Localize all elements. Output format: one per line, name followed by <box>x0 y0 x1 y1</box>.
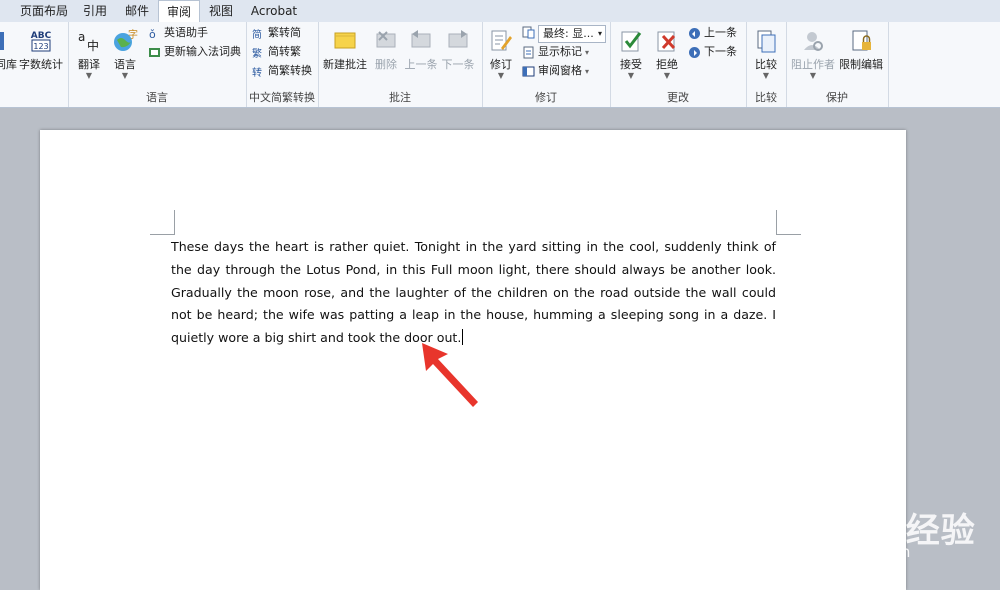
compare-group-label: 比较 <box>755 91 777 104</box>
tab-page-layout[interactable]: 页面布局 <box>14 0 74 22</box>
compare-group: 比较 ▼ 比较 <box>746 22 787 107</box>
track-changes-icon <box>491 30 512 51</box>
proofing-group: 同库 ABC 123 字数统计 <box>0 22 69 107</box>
comments-group: 新建批注 删除 上一条 下一条 批注 <box>318 22 483 107</box>
translate-icon: a 中 <box>78 30 99 53</box>
restrict-editing-button[interactable]: 限制编辑 <box>838 28 884 72</box>
reviewing-pane-icon <box>522 66 535 76</box>
changes-group: 接受 ▼ 拒绝 ▼ 上一条 下一条 更改 <box>610 22 747 107</box>
new-comment-button[interactable]: 新建批注 <box>320 28 370 72</box>
globe-icon: 字 <box>114 28 138 51</box>
tab-references[interactable]: 引用 <box>78 0 112 22</box>
svg-text:简: 简 <box>252 28 262 40</box>
tab-review[interactable]: 审阅 <box>158 0 200 23</box>
compare-button[interactable]: 比较 ▼ <box>750 28 782 80</box>
protect-group-label: 保护 <box>826 91 848 104</box>
svg-text:字: 字 <box>128 28 138 41</box>
reject-button[interactable]: 拒绝 ▼ <box>650 28 684 80</box>
word-count-button[interactable]: ABC 123 字数统计 <box>18 28 64 72</box>
accept-button[interactable]: 接受 ▼ <box>614 28 648 80</box>
lock-document-icon <box>852 30 871 51</box>
next-comment-icon <box>448 30 468 48</box>
comments-group-label: 批注 <box>389 91 411 104</box>
ribbon-tab-bar: 页面布局 引用 邮件 审阅 视图 Acrobat <box>0 0 1000 23</box>
svg-text:ǒ: ǒ <box>149 28 156 40</box>
convert-traditional-icon: 繁 <box>252 47 262 59</box>
update-ime-dictionary-button[interactable]: 更新输入法词典 <box>148 43 241 61</box>
chinese-conversion-group-label: 中文简繁转换 <box>249 91 315 104</box>
svg-text:123: 123 <box>33 42 48 51</box>
thesaurus-icon <box>0 32 4 50</box>
ribbon: 同库 ABC 123 字数统计 a 中 翻译 ▼ 字 语言 ▼ ǒ 英语助手 更… <box>0 22 1000 108</box>
convert-simplified-icon: 简 <box>252 28 262 40</box>
baidu-jingyan-watermark: Bai du 经验 jingyan.baidu.com <box>760 485 1000 585</box>
dictionary-icon <box>149 47 160 57</box>
tracking-group: 修订 ▼ 最终: 显... ▾ 显示标记 ▾ 审阅窗格 ▾ 修订 <box>482 22 611 107</box>
next-comment-button[interactable]: 下一条 <box>440 28 476 72</box>
show-markup-button[interactable]: 显示标记 ▾ <box>522 43 589 61</box>
language-button[interactable]: 字 语言 ▼ <box>108 28 142 80</box>
display-for-review-icon <box>522 26 535 39</box>
simplified-to-traditional-button[interactable]: 繁简转繁 <box>252 43 301 61</box>
abc-123-icon: ABC 123 <box>31 31 52 52</box>
tab-mailings[interactable]: 邮件 <box>118 0 156 22</box>
block-authors-icon <box>804 32 823 51</box>
chevron-down-icon: ▼ <box>121 71 129 80</box>
convert-icon: 转 <box>252 66 262 78</box>
accept-icon <box>621 31 642 52</box>
show-markup-icon <box>523 46 534 58</box>
chevron-down-icon: ▼ <box>809 71 817 80</box>
delete-comment-button[interactable]: 删除 <box>372 28 400 72</box>
simplified-traditional-convert-button[interactable]: 转简繁转换 <box>252 62 312 80</box>
changes-group-label: 更改 <box>667 91 689 104</box>
compare-icon <box>757 30 776 53</box>
english-assistant-icon: ǒ <box>149 28 156 40</box>
previous-change-icon <box>689 27 700 39</box>
chevron-down-icon: ▼ <box>663 71 671 80</box>
track-changes-button[interactable]: 修订 ▼ <box>484 28 518 80</box>
thesaurus-button[interactable]: 同库 <box>0 28 18 72</box>
previous-change-button[interactable]: 上一条 <box>688 24 737 42</box>
chevron-down-icon: ▾ <box>585 67 590 76</box>
chinese-conversion-group: 简繁转简 繁简转繁 转简繁转换 中文简繁转换 <box>246 22 319 107</box>
display-for-review-combo[interactable]: 最终: 显... ▾ <box>538 25 606 43</box>
next-change-button[interactable]: 下一条 <box>688 43 737 61</box>
delete-comment-icon <box>376 31 396 48</box>
chevron-down-icon: ▼ <box>497 71 505 80</box>
reject-icon <box>657 31 676 52</box>
tab-view[interactable]: 视图 <box>202 0 240 22</box>
tracking-group-label: 修订 <box>535 91 557 104</box>
tab-acrobat[interactable]: Acrobat <box>244 0 304 22</box>
svg-text:a: a <box>78 30 85 44</box>
previous-comment-button[interactable]: 上一条 <box>404 28 438 72</box>
reviewing-pane-button[interactable]: 审阅窗格 ▾ <box>522 62 589 80</box>
chevron-down-icon: ▼ <box>762 71 770 80</box>
block-authors-button[interactable]: 阻止作者 ▼ <box>790 28 836 80</box>
new-comment-icon <box>334 32 356 49</box>
traditional-to-simplified-button[interactable]: 简繁转简 <box>252 24 301 42</box>
chevron-down-icon: ▼ <box>85 71 93 80</box>
previous-comment-icon <box>411 30 431 48</box>
protect-group: 阻止作者 ▼ 限制编辑 保护 <box>786 22 889 107</box>
language-group: a 中 翻译 ▼ 字 语言 ▼ ǒ 英语助手 更新输入法词典 语言 <box>68 22 247 107</box>
watermark-url: jingyan.baidu.com <box>772 543 911 561</box>
chevron-down-icon: ▼ <box>627 71 635 80</box>
translate-button[interactable]: a 中 翻译 ▼ <box>74 28 104 80</box>
english-assistant-button[interactable]: ǒ 英语助手 <box>148 24 208 42</box>
svg-text:繁: 繁 <box>252 47 262 59</box>
next-change-icon <box>689 46 700 58</box>
language-group-label: 语言 <box>146 91 168 104</box>
chevron-down-icon: ▾ <box>597 29 602 38</box>
chevron-down-icon: ▾ <box>585 48 590 57</box>
svg-text:转: 转 <box>252 66 262 78</box>
svg-text:中: 中 <box>87 38 99 53</box>
